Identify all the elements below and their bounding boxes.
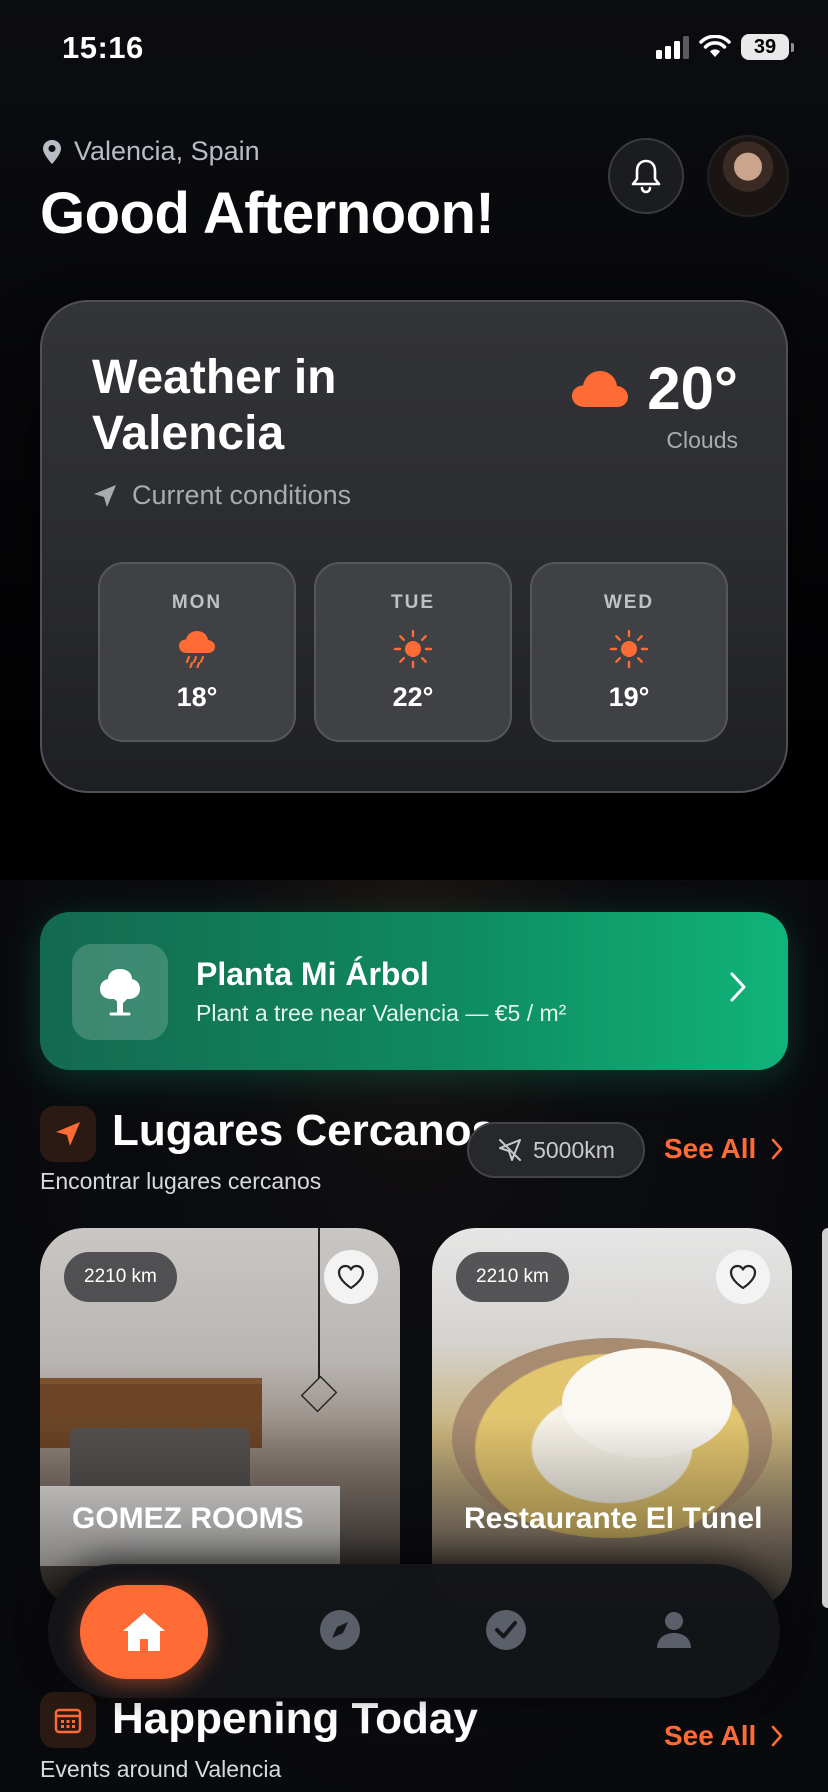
favorite-button[interactable] bbox=[324, 1250, 378, 1304]
nearby-icon-container bbox=[40, 1106, 96, 1162]
forecast-day[interactable]: TUE 22° bbox=[314, 562, 512, 742]
sun-icon bbox=[609, 629, 649, 669]
sun-icon bbox=[393, 629, 433, 669]
forecast-day-name: WED bbox=[603, 592, 655, 613]
place-card[interactable]: 2210 km Restaurante El Túnel bbox=[432, 1228, 792, 1608]
heart-icon bbox=[729, 1264, 757, 1290]
happening-see-all-link[interactable]: See All bbox=[664, 1720, 784, 1752]
current-conditions: Current conditions bbox=[92, 480, 351, 511]
greeting-title: Good Afternoon! bbox=[40, 181, 495, 246]
weather-card[interactable]: Weather in Valencia Current conditions 2… bbox=[40, 300, 788, 793]
place-distance-badge: 2210 km bbox=[64, 1252, 177, 1302]
status-time: 15:16 bbox=[62, 30, 144, 65]
cellular-signal-icon bbox=[656, 35, 689, 59]
profile-icon bbox=[657, 1612, 691, 1648]
forecast-temperature: 18° bbox=[176, 682, 218, 712]
cloud-icon bbox=[572, 370, 629, 407]
forecast-row: MON 18° TUE 22° WED 19° bbox=[98, 562, 728, 742]
navigation-off-icon bbox=[499, 1139, 522, 1161]
heart-icon bbox=[337, 1264, 365, 1290]
current-weather: 20° Clouds bbox=[571, 354, 738, 454]
place-card[interactable]: 2210 km GOMEZ ROOMS bbox=[40, 1228, 400, 1608]
forecast-day-name: MON bbox=[171, 592, 223, 613]
rain-cloud-icon bbox=[179, 631, 215, 669]
nav-tasks-button[interactable] bbox=[484, 1608, 528, 1652]
current-description: Clouds bbox=[666, 427, 738, 453]
status-icons: 39 bbox=[656, 34, 794, 60]
navigation-arrow-icon bbox=[94, 484, 116, 507]
nav-home-button[interactable] bbox=[80, 1585, 208, 1679]
place-card-partial[interactable] bbox=[822, 1228, 828, 1608]
chevron-right-icon bbox=[772, 1725, 783, 1747]
place-distance-badge: 2210 km bbox=[456, 1252, 569, 1302]
location-text: Valencia, Spain bbox=[74, 136, 260, 166]
home-icon bbox=[123, 1613, 165, 1651]
tree-icon bbox=[100, 969, 140, 1016]
forecast-temperature: 22° bbox=[392, 682, 434, 712]
chevron-right-icon bbox=[730, 972, 746, 1002]
notifications-button[interactable] bbox=[608, 138, 684, 214]
nearby-title: Lugares Cercanos bbox=[112, 1106, 496, 1155]
distance-filter-value: 5000km bbox=[533, 1136, 615, 1163]
current-temperature: 20° bbox=[647, 355, 738, 422]
weather-title: Weather in Valencia bbox=[92, 351, 337, 460]
forecast-day[interactable]: MON 18° bbox=[98, 562, 296, 742]
happening-title: Happening Today bbox=[112, 1694, 478, 1743]
distance-filter-button[interactable]: 5000km bbox=[467, 1122, 645, 1178]
chevron-right-icon bbox=[772, 1138, 783, 1160]
forecast-temperature: 19° bbox=[608, 682, 650, 712]
calendar-icon bbox=[54, 1708, 82, 1734]
photo-lamp-wire bbox=[318, 1228, 320, 1378]
forecast-day-name: TUE bbox=[391, 592, 435, 613]
nearby-see-all-link[interactable]: See All bbox=[664, 1133, 784, 1165]
photo-lamp bbox=[300, 1375, 338, 1413]
happening-icon-container bbox=[40, 1692, 96, 1748]
nav-explore-button[interactable] bbox=[318, 1608, 362, 1652]
conditions-label: Current conditions bbox=[132, 480, 352, 510]
see-all-label: See All bbox=[664, 1133, 757, 1164]
compass-icon bbox=[320, 1610, 360, 1650]
nearby-subtitle: Encontrar lugares cercanos bbox=[40, 1168, 322, 1194]
plant-tree-banner[interactable]: Planta Mi Árbol Plant a tree near Valenc… bbox=[40, 912, 788, 1070]
map-pin-icon bbox=[43, 139, 61, 164]
place-name: GOMEZ ROOMS bbox=[72, 1502, 304, 1535]
bell-icon bbox=[631, 159, 661, 194]
battery-indicator: 39 bbox=[741, 34, 794, 60]
wifi-icon bbox=[699, 35, 731, 57]
bottom-navigation-bar bbox=[48, 1564, 780, 1698]
battery-level: 39 bbox=[741, 34, 789, 60]
tree-banner-title: Planta Mi Árbol bbox=[196, 956, 429, 992]
forecast-day[interactable]: WED 19° bbox=[530, 562, 728, 742]
nav-profile-button[interactable] bbox=[652, 1608, 696, 1652]
user-avatar[interactable] bbox=[707, 135, 789, 217]
location-label[interactable]: Valencia, Spain bbox=[42, 136, 260, 167]
navigation-arrow-icon bbox=[56, 1122, 80, 1146]
place-name: Restaurante El Túnel bbox=[464, 1502, 763, 1535]
favorite-button[interactable] bbox=[716, 1250, 770, 1304]
check-circle-icon bbox=[486, 1610, 526, 1650]
see-all-label: See All bbox=[664, 1720, 757, 1751]
tree-banner-subtitle: Plant a tree near Valencia — €5 / m² bbox=[196, 1000, 567, 1026]
tree-icon-container bbox=[72, 944, 168, 1040]
happening-subtitle: Events around Valencia bbox=[40, 1756, 282, 1782]
